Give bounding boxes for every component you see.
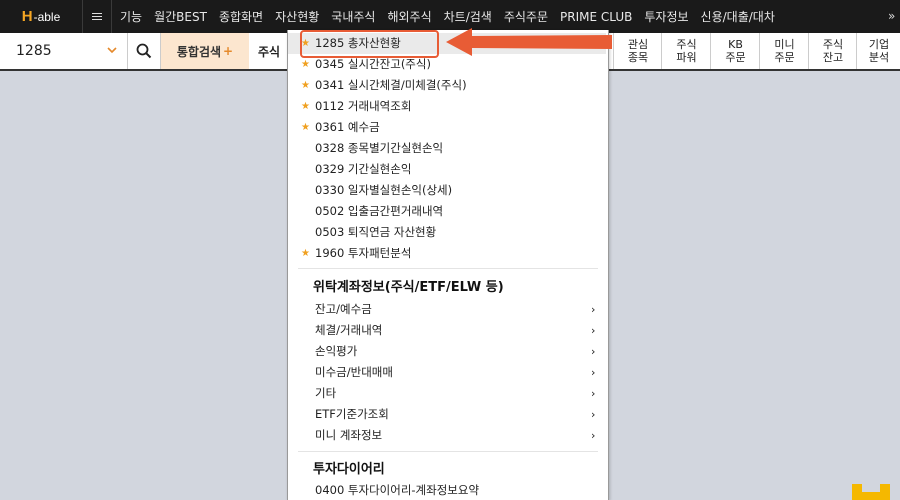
company-analysis-label-1: 기업	[868, 38, 890, 51]
submenu-item-label: ETF기준가조회	[315, 407, 389, 421]
chevron-right-icon: ›	[591, 408, 596, 421]
submenu-item[interactable]: ETF기준가조회 ›	[288, 404, 606, 425]
hamburger-menu-icon[interactable]	[82, 0, 112, 33]
kb-order-label-1: KB	[728, 38, 743, 51]
menu-item-label: 0502 입출금간편거래내역	[315, 204, 444, 218]
chevron-right-icon: ›	[591, 303, 596, 316]
divider	[298, 451, 598, 452]
favorite-item[interactable]: ★ 0361 예수금	[288, 117, 606, 138]
submenu-item-label: 손익평가	[315, 344, 358, 358]
watchlist-button[interactable]: 관심 종목	[613, 33, 662, 69]
nav-item-stock-order[interactable]: 주식주문	[498, 8, 554, 25]
favorite-item[interactable]: ★ 0341 실시간체결/미체결(주식)	[288, 75, 606, 96]
submenu-item-label: 체결/거래내역	[315, 323, 383, 337]
chevron-right-icon: ›	[591, 387, 596, 400]
menu-item[interactable]: 0329 기간실현손익	[288, 159, 606, 180]
submenu-item[interactable]: 미니 계좌정보 ›	[288, 425, 606, 446]
submenu-item[interactable]: 체결/거래내역 ›	[288, 320, 606, 341]
menu-item-label: 0329 기간실현손익	[315, 162, 412, 176]
nav-item-credit-loan[interactable]: 신용/대출/대차	[695, 8, 781, 25]
nav-item-prime-club[interactable]: PRIME CLUB	[554, 10, 638, 24]
stock-balance-label-1: 주식	[822, 38, 844, 51]
submenu-item-label: 미수금/반대매매	[315, 365, 393, 379]
submenu-item[interactable]: 미수금/반대매매 ›	[288, 362, 606, 383]
menu-item[interactable]: 0328 종목별기간실현손익	[288, 138, 606, 159]
chevron-right-icon: ›	[591, 324, 596, 337]
plus-icon: +	[223, 44, 234, 58]
menu-item-label: 0503 퇴직연금 자산현황	[315, 225, 437, 239]
stock-balance-label-2: 잔고	[822, 51, 844, 64]
nav-item-investment-info[interactable]: 투자정보	[638, 8, 694, 25]
mini-order-label-2: 주문	[774, 51, 795, 64]
nav-item-overview[interactable]: 종합화면	[213, 8, 269, 25]
menu-item-label: 0330 일자별실현손익(상세)	[315, 183, 453, 197]
menu-item[interactable]: 0400 투자다이어리-계좌정보요약	[288, 480, 606, 500]
section-title-consignment: 위탁계좌정보(주식/ETF/ELW 등)	[313, 280, 504, 295]
corner-logo-icon	[852, 484, 890, 500]
kb-order-label-2: 주문	[725, 51, 746, 64]
submenu-item-label: 잔고/예수금	[315, 302, 372, 316]
stock-power-label-1: 주식	[676, 38, 697, 51]
app-logo[interactable]: H -able	[0, 0, 82, 33]
integrated-search-label: 통합검색	[176, 44, 222, 59]
chevron-down-icon[interactable]	[106, 44, 118, 56]
favorite-item[interactable]: ★ 0112 거래내역조회	[288, 96, 606, 117]
star-icon: ★	[301, 101, 310, 112]
logo-text: -able	[33, 9, 61, 24]
screen-code-box: 1285	[0, 33, 128, 69]
chevron-right-icon: ›	[591, 345, 596, 358]
favorite-item-label: 0112 거래내역조회	[315, 99, 412, 113]
search-icon	[136, 43, 151, 59]
stock-power-button[interactable]: 주식 파워	[661, 33, 711, 69]
callout-arrow-icon	[446, 28, 612, 56]
nav-item-assets[interactable]: 자산현황	[269, 8, 325, 25]
menu-item[interactable]: 0330 일자별실현손익(상세)	[288, 180, 606, 201]
favorite-item-label: 0361 예수금	[315, 120, 380, 134]
nav-item-features[interactable]: 기능	[114, 8, 148, 25]
watchlist-label-2: 종목	[627, 51, 649, 64]
chevron-right-icon: ›	[591, 429, 596, 442]
menu-item-label: 0328 종목별기간실현손익	[315, 141, 444, 155]
submenu-item[interactable]: 손익평가 ›	[288, 341, 606, 362]
submenu-item-label: 미니 계좌정보	[315, 428, 383, 442]
kb-order-button[interactable]: KB 주문	[710, 33, 760, 69]
nav-more-icon[interactable]: »	[888, 0, 900, 33]
highlight-annotation-box	[300, 30, 439, 58]
nav-item-monthly-best[interactable]: 월간BEST	[148, 8, 213, 25]
screen-code-input[interactable]: 1285	[16, 33, 52, 69]
menu-item[interactable]: 0502 입출금간편거래내역	[288, 201, 606, 222]
submenu-item[interactable]: 잔고/예수금 ›	[288, 299, 606, 320]
nav-item-overseas-stocks[interactable]: 해외주식	[381, 8, 437, 25]
mini-order-label-1: 미니	[774, 38, 795, 51]
nav-item-domestic-stocks[interactable]: 국내주식	[325, 8, 381, 25]
company-analysis-button[interactable]: 기업 분석	[856, 33, 900, 69]
stock-power-label-2: 파워	[676, 51, 697, 64]
search-button[interactable]	[127, 33, 161, 69]
submenu-item[interactable]: 기타 ›	[288, 383, 606, 404]
favorite-item-label: 1960 투자패턴분석	[315, 246, 412, 260]
star-icon: ★	[301, 248, 310, 259]
stock-tab[interactable]: 주식	[249, 33, 289, 69]
section-title-diary: 투자다이어리	[313, 462, 385, 477]
screen-list-dropdown: ★ 1285 총자산현황 ★ 0345 실시간잔고(주식) ★ 0341 실시간…	[287, 30, 609, 500]
star-icon: ★	[301, 122, 310, 133]
divider	[298, 268, 598, 269]
menu-item[interactable]: 0503 퇴직연금 자산현황	[288, 222, 606, 243]
stock-balance-button[interactable]: 주식 잔고	[808, 33, 857, 69]
star-icon: ★	[301, 80, 310, 91]
watchlist-label-1: 관심	[627, 38, 649, 51]
integrated-search-button[interactable]: 통합검색 +	[161, 33, 249, 69]
mini-order-button[interactable]: 미니 주문	[759, 33, 809, 69]
favorite-item[interactable]: ★ 1960 투자패턴분석	[288, 243, 606, 264]
logo-h: H	[21, 8, 33, 25]
favorite-item-label: 0341 실시간체결/미체결(주식)	[315, 78, 467, 92]
chevron-right-icon: ›	[591, 366, 596, 379]
nav-item-chart-search[interactable]: 차트/검색	[438, 8, 498, 25]
submenu-item-label: 기타	[315, 386, 337, 400]
company-analysis-label-2: 분석	[868, 51, 890, 64]
menu-item-label: 0400 투자다이어리-계좌정보요약	[315, 483, 480, 497]
